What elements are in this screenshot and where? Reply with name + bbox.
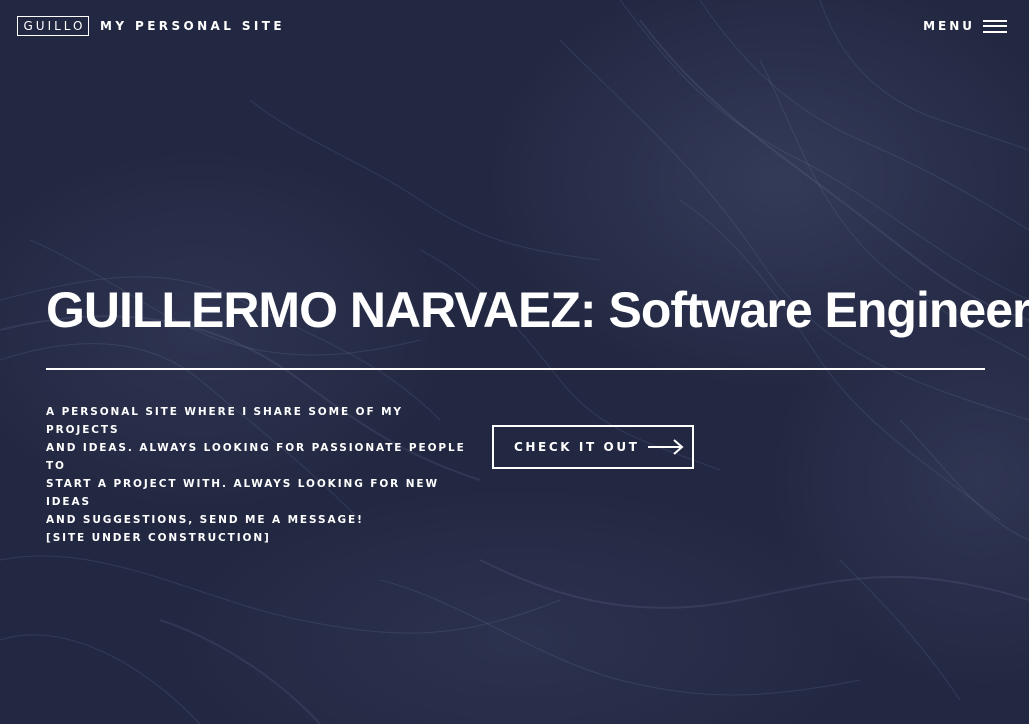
hamburger-icon	[983, 19, 1007, 33]
hero-page: GUILLO MY PERSONAL SITE MENU GUILLERMO N…	[0, 0, 1029, 724]
site-logo[interactable]: GUILLO	[17, 16, 89, 36]
description-line: AND IDEAS. ALWAYS LOOKING FOR PASSIONATE…	[46, 442, 466, 472]
menu-button[interactable]: MENU	[923, 18, 1007, 34]
description-line: A PERSONAL SITE WHERE I SHARE SOME OF MY…	[46, 406, 403, 436]
page-title: GUILLERMO NARVAEZ: Software Engineer	[46, 282, 1029, 338]
arrow-right-icon	[647, 439, 684, 455]
title-divider	[46, 368, 985, 370]
menu-label: MENU	[923, 19, 975, 33]
check-it-out-button[interactable]: CHECK IT OUT	[492, 425, 694, 469]
site-title[interactable]: MY PERSONAL SITE	[100, 18, 285, 34]
site-description: A PERSONAL SITE WHERE I SHARE SOME OF MY…	[46, 403, 476, 547]
cta-label: CHECK IT OUT	[514, 440, 640, 454]
construction-note: [SITE UNDER CONSTRUCTION]	[46, 532, 271, 544]
background-texture	[0, 0, 1029, 724]
description-line: AND SUGGESTIONS, SEND ME A MESSAGE!	[46, 514, 364, 526]
description-line: START A PROJECT WITH. ALWAYS LOOKING FOR…	[46, 478, 439, 508]
